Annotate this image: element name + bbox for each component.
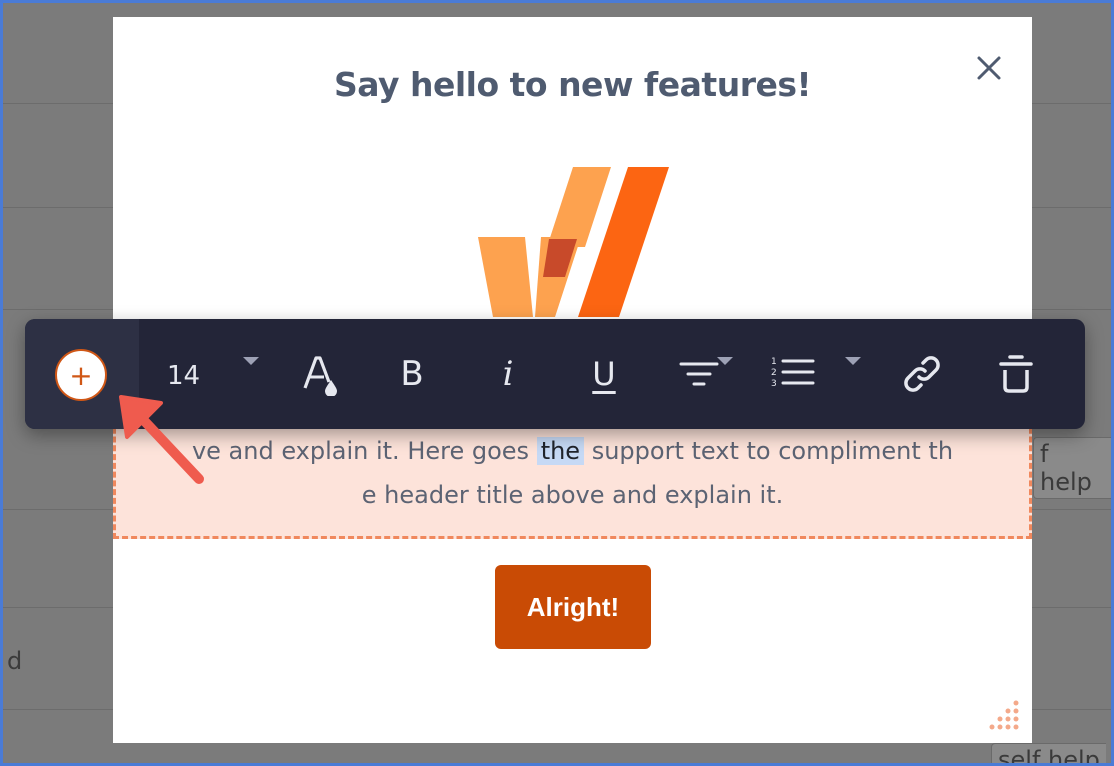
body-text-line-2[interactable]: e header title above and explain it. [116,481,1029,509]
selected-text[interactable]: the [536,437,585,465]
svg-text:2: 2 [771,368,777,378]
annotation-arrow-icon [119,395,204,484]
screenshot-frame: d f help self help Say hello to new feat… [0,0,1114,766]
svg-text:3: 3 [771,379,777,389]
chevron-down-icon [243,357,259,365]
bold-button[interactable]: B [377,319,447,429]
bold-icon: B [400,354,424,394]
body-text-line-1[interactable]: ve and explain it. Here goes the support… [116,437,1029,465]
underline-icon: U [592,355,616,393]
ordered-list-button[interactable]: 1 2 3 [765,319,865,429]
body-text-segment: ve and explain it. Here goes [191,437,537,465]
modal-title: Say hello to new features! [333,65,812,104]
logo-icon [478,167,669,317]
svg-text:1: 1 [771,357,777,367]
ordered-list-icon: 1 2 3 [771,357,815,389]
align-button[interactable] [661,319,741,429]
bg-text-fragment: d [7,647,23,675]
delete-button[interactable] [981,319,1051,429]
font-size-value: 14 [167,361,201,391]
bg-chip-fragment: f help [1033,437,1111,499]
trash-icon [999,355,1033,393]
close-button[interactable] [974,53,1004,83]
close-icon [977,56,1001,80]
italic-icon: i [502,354,514,394]
chevron-down-icon [845,357,861,365]
link-icon [904,356,940,392]
body-text-segment: support text to compliment th [584,437,954,465]
underline-button[interactable]: U [569,319,639,429]
text-block[interactable]: ve and explain it. Here goes the support… [113,419,1032,539]
add-block-button[interactable]: + [55,349,107,401]
resize-handle-icon[interactable] [986,697,1022,733]
italic-button[interactable]: i [473,319,543,429]
bg-chip-fragment: self help [991,743,1106,763]
alright-button[interactable]: Alright! [495,565,651,649]
text-color-icon [303,356,337,396]
text-color-button[interactable] [287,319,351,429]
chevron-down-icon [717,357,733,365]
link-button[interactable] [887,319,957,429]
